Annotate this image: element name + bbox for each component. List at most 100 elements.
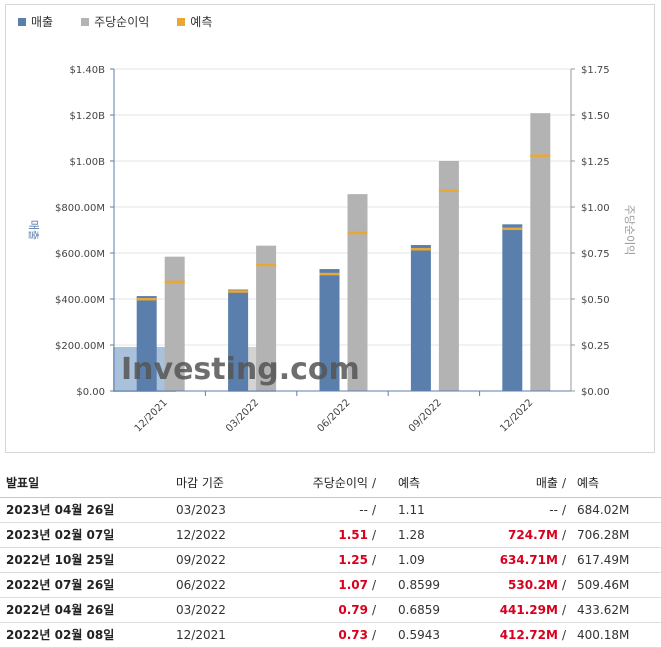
row-eps-value: 0.73 <box>338 628 368 642</box>
row-eps-slash: / <box>371 603 376 617</box>
header-eps-forecast[interactable]: 예측 <box>398 470 420 497</box>
row-eps: 1.51/ <box>338 523 376 547</box>
table-row: 2022년 10월 25일 09/2022 1.25/1.09 634.71M/617… <box>0 548 661 573</box>
row-revenue-forecast: 400.18M <box>577 628 630 642</box>
eps-forecast-mark <box>438 189 459 192</box>
revenue-forecast-mark <box>228 290 249 293</box>
row-date: 2022년 02월 08일 <box>6 628 115 642</box>
row-eps-slash: / <box>371 553 376 567</box>
table-header-row: 발표일 마감 기준 주당순이익 / 예측 매출 / 예측 <box>0 470 661 498</box>
row-period: 12/2022 <box>176 528 226 542</box>
revenue-forecast-mark <box>319 272 340 276</box>
table-row: 2022년 04월 26일 03/2022 0.79/0.6859 441.29M/4… <box>0 598 661 623</box>
row-revenue-slash: / <box>561 603 566 617</box>
row-revenue-slash: / <box>561 503 566 517</box>
right-tick-label: $0.75 <box>581 249 610 260</box>
row-period: 03/2023 <box>176 503 226 517</box>
eps-forecast-mark <box>256 263 277 267</box>
earnings-table: 발표일 마감 기준 주당순이익 / 예측 매출 / 예측 2023년 04월 26일… <box>0 470 661 648</box>
revenue-bar <box>410 245 431 391</box>
right-tick-label: $0.00 <box>581 387 610 398</box>
row-eps-forecast: 1.11 <box>398 503 425 517</box>
revenue-forecast-mark <box>136 297 157 301</box>
header-date[interactable]: 발표일 <box>6 470 39 497</box>
left-tick-label: $1.40B <box>70 65 106 76</box>
bars-layer <box>136 113 551 391</box>
row-date: 2022년 10월 25일 <box>6 553 115 567</box>
row-revenue-forecast: 509.46M <box>577 578 630 592</box>
left-tick-label: $800.00M <box>55 203 105 214</box>
header-eps-slash: / <box>371 476 376 490</box>
row-revenue-forecast: 706.28M <box>577 528 630 542</box>
earnings-chart-panel: 매출 주당순이익 예측 $0.00 $0.00 $200.00M $0.25 $400.… <box>5 4 655 453</box>
eps-forecast-mark <box>164 280 185 284</box>
left-tick-label: $1.20B <box>70 111 106 122</box>
row-eps-value: -- <box>359 503 368 517</box>
row-eps: 0.79/ <box>338 598 376 622</box>
header-revenue-slash: / <box>561 476 566 490</box>
row-revenue-value: -- <box>549 503 558 517</box>
row-eps-forecast: 0.5943 <box>398 628 440 642</box>
left-tick-label: $1.00B <box>70 157 106 168</box>
x-tick-label: 03/2022 <box>224 397 261 434</box>
row-eps: 0.73/ <box>338 623 376 647</box>
row-eps: 1.25/ <box>338 548 376 572</box>
row-revenue-slash: / <box>561 553 566 567</box>
row-eps-slash: / <box>371 628 376 642</box>
row-revenue-value: 634.71M <box>499 553 558 567</box>
left-axis-label: 매출 <box>27 220 40 240</box>
row-eps-slash: / <box>371 528 376 542</box>
left-tick-label: $600.00M <box>55 249 105 260</box>
row-revenue-value: 530.2M <box>508 578 558 592</box>
row-date: 2023년 02월 07일 <box>6 528 115 542</box>
row-revenue-forecast: 433.62M <box>577 603 630 617</box>
header-revenue-forecast[interactable]: 예측 <box>577 470 599 497</box>
table-row: 2023년 04월 26일 03/2023 --/1.11 --/684.02M <box>0 498 661 523</box>
row-eps-value: 1.25 <box>338 553 368 567</box>
row-period: 12/2021 <box>176 628 226 642</box>
header-period[interactable]: 마감 기준 <box>176 470 224 497</box>
header-eps-label: 주당순이익 <box>312 476 368 490</box>
row-eps-value: 0.79 <box>338 603 368 617</box>
row-revenue-forecast: 684.02M <box>577 503 630 517</box>
row-period: 06/2022 <box>176 578 226 592</box>
header-eps[interactable]: 주당순이익 / <box>313 470 376 497</box>
row-eps-slash: / <box>371 503 376 517</box>
row-period: 09/2022 <box>176 553 226 567</box>
row-eps: 1.07/ <box>338 573 376 597</box>
eps-forecast-mark <box>530 154 551 157</box>
row-revenue-value: 441.29M <box>499 603 558 617</box>
header-revenue[interactable]: 매출 / <box>536 470 566 497</box>
revenue-bar <box>502 224 523 391</box>
table-body: 2023년 04월 26일 03/2023 --/1.11 --/684.02M 202… <box>0 498 661 648</box>
right-tick-label: $1.50 <box>581 111 610 122</box>
revenue-forecast-mark <box>502 227 523 231</box>
right-tick-label: $0.50 <box>581 295 610 306</box>
row-eps: -- / <box>359 498 376 522</box>
row-eps-slash: / <box>371 578 376 592</box>
row-revenue-forecast: 617.49M <box>577 553 630 567</box>
earnings-bar-chart: $0.00 $0.00 $200.00M $0.25 $400.00M $0.50 $600… <box>27 65 636 434</box>
row-revenue: 441.29M / <box>500 598 566 622</box>
right-axis-label: 주당순이익 <box>623 205 636 256</box>
row-revenue-slash: / <box>561 578 566 592</box>
row-revenue: 412.72M / <box>500 623 566 647</box>
right-tick-label: $1.75 <box>581 65 610 76</box>
x-tick-label: 09/2022 <box>407 397 444 434</box>
row-date: 2022년 07월 26일 <box>6 578 115 592</box>
row-revenue-slash: / <box>561 628 566 642</box>
row-revenue: 724.7M / <box>508 523 566 547</box>
header-revenue-label: 매출 <box>535 476 558 490</box>
row-eps-forecast: 0.8599 <box>398 578 440 592</box>
eps-bar <box>438 161 459 391</box>
row-revenue: -- / <box>549 498 566 522</box>
row-eps-forecast: 1.28 <box>398 528 425 542</box>
row-revenue: 634.71M / <box>500 548 566 572</box>
row-eps-value: 1.51 <box>338 528 368 542</box>
x-tick-label: 12/2021 <box>133 397 170 434</box>
row-revenue: 530.2M / <box>508 573 566 597</box>
row-revenue-slash: / <box>561 528 566 542</box>
table-row: 2022년 02월 08일 12/2021 0.73/0.5943 412.72M/4… <box>0 623 661 648</box>
left-tick-label: $200.00M <box>55 341 105 352</box>
row-period: 03/2022 <box>176 603 226 617</box>
